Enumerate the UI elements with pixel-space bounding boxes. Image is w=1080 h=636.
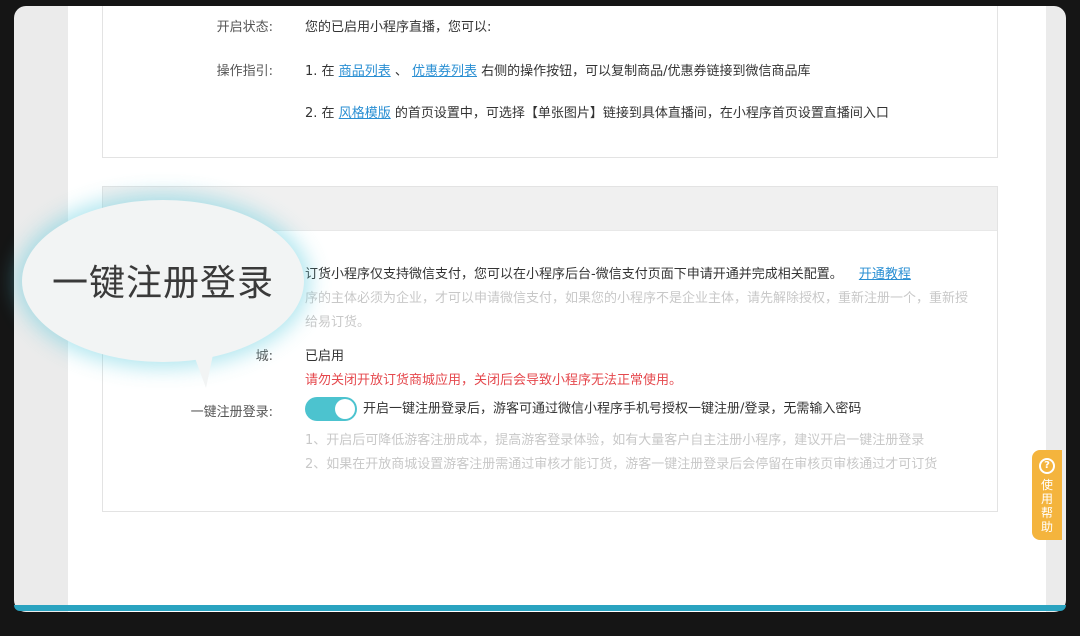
guide-step-1: 1. 在 商品列表 、 优惠券列表 右侧的操作按钮，可以复制商品/优惠券链接到微… [305, 60, 811, 79]
help-tab-label: 使用帮助 [1040, 478, 1053, 534]
guide-1-prefix: 1. 在 [305, 64, 335, 79]
callout-text: 一键注册登录 [52, 263, 275, 304]
register-toggle[interactable] [305, 397, 357, 421]
mall-status-value: 已启用 [305, 349, 345, 364]
register-desc: 开启一键注册登录后，游客可通过微信小程序手机号授权一键注册/登录，无需输入密码 [363, 401, 862, 417]
toggle-knob [335, 399, 355, 419]
status-value: 您的已启用小程序直播，您可以: [305, 20, 492, 35]
status-label: 开启状态: [216, 20, 273, 35]
product-list-link[interactable]: 商品列表 [339, 64, 391, 79]
guide-1-sep: 、 [394, 64, 408, 79]
window-accent-bar [14, 605, 1066, 611]
payment-note-gray-2: 给易订货。 [305, 315, 371, 330]
payment-tutorial-link[interactable]: 开通教程 [859, 267, 911, 282]
register-row: 开启一键注册登录后，游客可通过微信小程序手机号授权一键注册/登录，无需输入密码 [305, 397, 861, 421]
style-template-link[interactable]: 风格模版 [339, 106, 391, 121]
question-circle-icon: ? [1039, 458, 1055, 474]
register-label: 一键注册登录: [190, 405, 273, 420]
live-settings-panel: 开启状态: 您的已启用小程序直播，您可以: 操作指引: 1. 在 商品列表 、 … [102, 6, 998, 158]
register-tip-1: 1、开启后可降低游客注册成本，提高游客登录体验，如有大量客户自主注册小程序，建议… [305, 433, 925, 448]
guide-1-suffix: 右侧的操作按钮，可以复制商品/优惠券链接到微信商品库 [481, 64, 811, 79]
payment-note-text: 订货小程序仅支持微信支付，您可以在小程序后台-微信支付页面下申请开通并完成相关配… [305, 267, 843, 282]
callout-tail [192, 350, 214, 388]
guide-label: 操作指引: [216, 64, 273, 79]
guide-step-2: 2. 在 风格模版 的首页设置中，可选择【单张图片】链接到具体直播间，在小程序首… [305, 102, 889, 121]
coupon-list-link[interactable]: 优惠券列表 [412, 64, 477, 79]
help-tab[interactable]: ? 使用帮助 [1032, 450, 1062, 540]
guide-2-suffix: 的首页设置中，可选择【单张图片】链接到具体直播间，在小程序首页设置直播间入口 [394, 106, 889, 121]
guide-2-prefix: 2. 在 [305, 106, 335, 121]
register-tip-2: 2、如果在开放商城设置游客注册需通过审核才能订货，游客一键注册登录后会停留在审核… [305, 457, 938, 472]
mall-warning: 请勿关闭开放订货商城应用，关闭后会导致小程序无法正常使用。 [305, 373, 683, 388]
payment-note: 订货小程序仅支持微信支付，您可以在小程序后台-微信支付页面下申请开通并完成相关配… [305, 263, 911, 282]
payment-note-gray-1: 序的主体必须为企业，才可以申请微信支付，如果您的小程序不是企业主体，请先解除授权… [305, 291, 969, 306]
